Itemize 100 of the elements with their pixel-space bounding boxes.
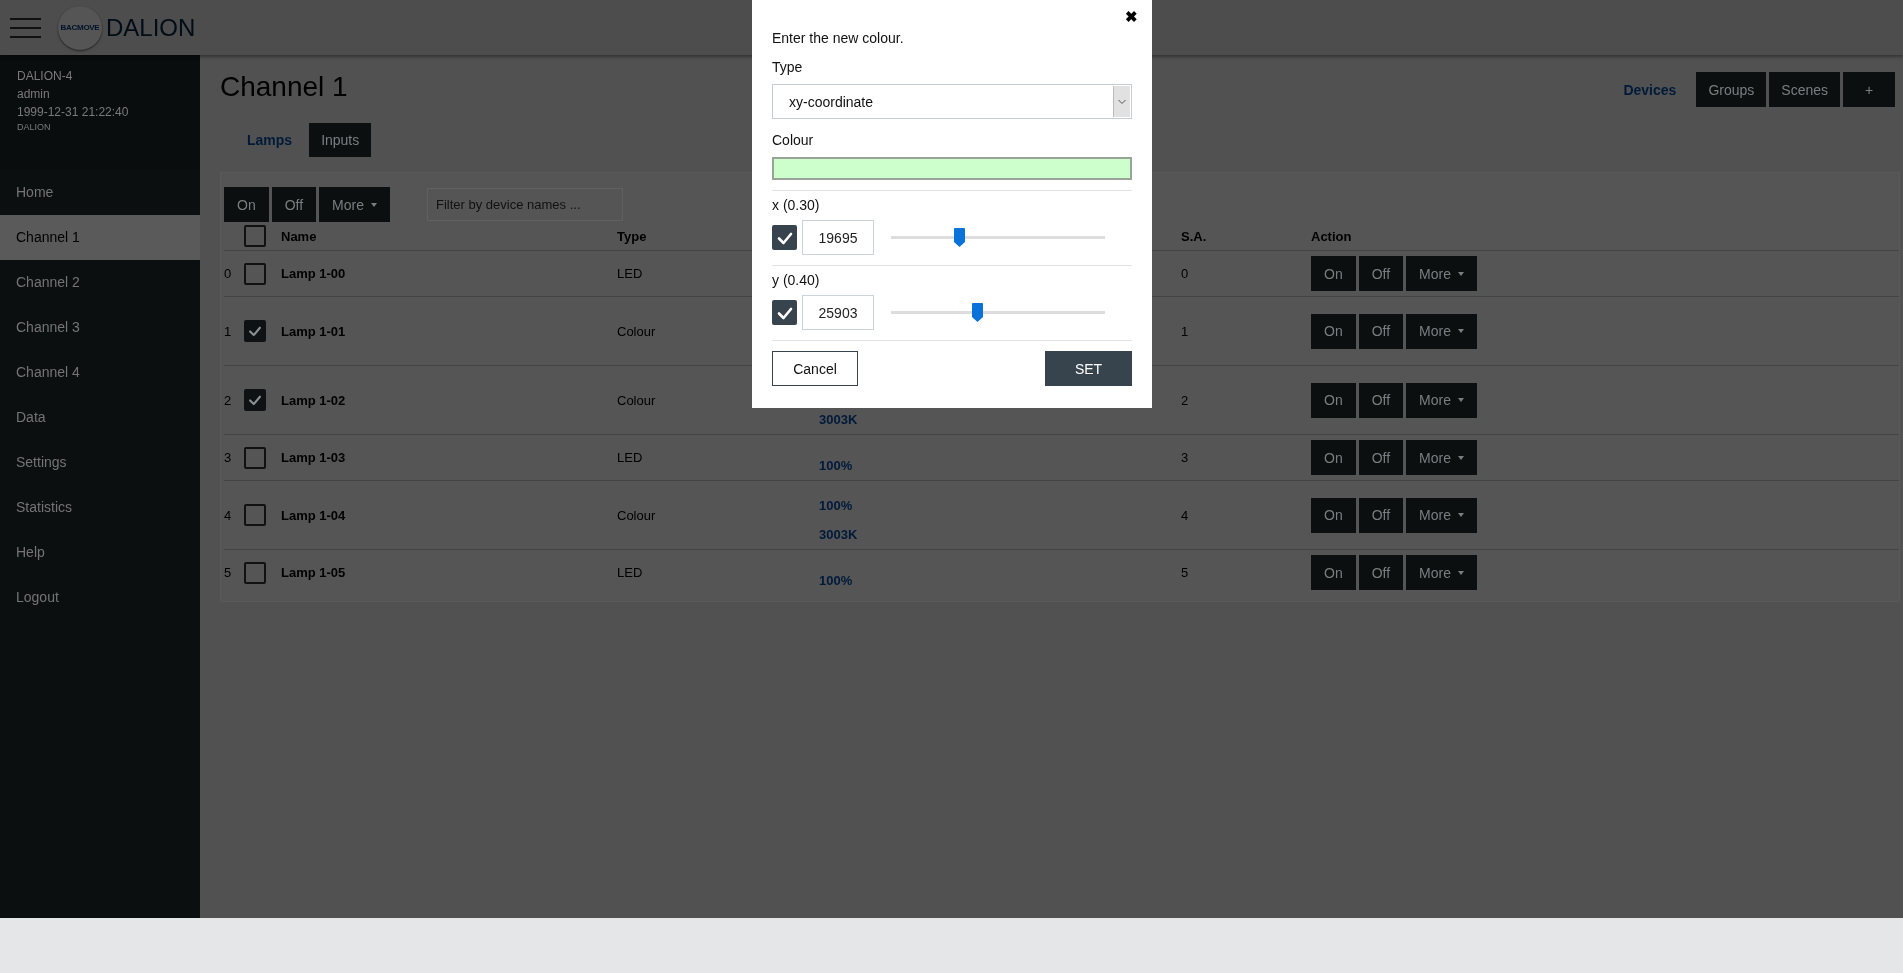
table-cell: 0 — [1181, 266, 1189, 281]
page-title: Channel 1 — [220, 71, 348, 103]
sidebar-item[interactable]: Channel 3 — [0, 305, 200, 350]
value-field[interactable]: 25903 — [802, 295, 874, 330]
user-name: admin — [17, 86, 51, 103]
view-tab[interactable]: Scenes — [1769, 72, 1840, 107]
action-button[interactable]: Off — [1358, 382, 1404, 418]
row-index: 5 — [224, 565, 232, 580]
table-cell: 5 — [1181, 565, 1189, 580]
field-label: Colour — [772, 132, 815, 148]
more-button[interactable]: More — [1406, 440, 1477, 475]
device-name: DALION-4 — [17, 68, 74, 85]
more-button[interactable]: More — [1406, 313, 1477, 349]
table-cell: Lamp 1-01 — [281, 323, 346, 339]
column-header: Type — [617, 228, 647, 244]
value-reading: 3003K — [819, 412, 858, 427]
action-button[interactable]: Off — [1358, 555, 1404, 590]
tab[interactable]: Inputs — [309, 123, 372, 157]
caret-icon — [1458, 455, 1464, 460]
action-button[interactable]: Off — [1358, 497, 1404, 533]
table-cell: Lamp 1-03 — [281, 450, 346, 465]
brand-name: DALION — [106, 13, 196, 42]
row-index: 1 — [224, 323, 232, 339]
row-index: 0 — [224, 266, 232, 281]
close-button[interactable]: ✖ — [1125, 8, 1138, 26]
table-cell: 2 — [1181, 392, 1189, 408]
row-checkbox[interactable] — [244, 504, 266, 526]
action-button[interactable]: Off — [1358, 256, 1404, 291]
more-button[interactable]: More — [1406, 555, 1477, 590]
column-header: Name — [281, 228, 317, 244]
sidebar-item[interactable]: Help — [0, 530, 200, 575]
table-cell: LED — [617, 266, 643, 281]
filter-field[interactable]: Filter by device names ... — [427, 188, 623, 221]
sidebar-item[interactable]: Logout — [0, 575, 200, 620]
logo: BACMOVE — [58, 5, 102, 50]
action-button[interactable]: On — [1311, 555, 1356, 590]
type-select[interactable]: xy-coordinate — [772, 84, 1132, 119]
set-button[interactable]: SET — [1045, 351, 1132, 386]
sidebar-item[interactable]: Channel 4 — [0, 350, 200, 395]
system-name: DALION — [17, 121, 52, 133]
more-button[interactable]: More — [1406, 382, 1477, 418]
channel-checkbox[interactable] — [772, 225, 797, 250]
more-button[interactable]: More — [1406, 256, 1477, 291]
sidebar-item[interactable]: Home — [0, 170, 200, 215]
sidebar-item[interactable]: Channel 1 — [0, 215, 200, 260]
field-label: Type — [772, 59, 804, 75]
more-button[interactable]: More — [319, 187, 390, 222]
sidebar-item[interactable]: Channel 2 — [0, 260, 200, 305]
table-cell: Lamp 1-00 — [281, 266, 346, 281]
action-button[interactable]: On — [1311, 440, 1356, 475]
select-all-checkbox[interactable] — [244, 225, 266, 247]
slider-thumb[interactable] — [971, 303, 983, 322]
action-button[interactable]: On — [1311, 313, 1356, 349]
table-cell: LED — [617, 565, 643, 580]
action-button[interactable]: On — [1311, 382, 1356, 418]
channel-checkbox[interactable] — [772, 300, 797, 325]
table-cell: Colour — [617, 392, 656, 408]
table-cell: Colour — [617, 507, 656, 523]
row-index: 3 — [224, 450, 232, 465]
table-cell: Lamp 1-04 — [281, 507, 346, 523]
slider-thumb[interactable] — [954, 228, 966, 247]
table-cell: LED — [617, 450, 643, 465]
view-tab[interactable]: Groups — [1696, 72, 1767, 107]
caret-icon — [371, 202, 377, 207]
more-button[interactable]: More — [1406, 497, 1477, 533]
column-header: Action — [1311, 228, 1352, 244]
row-checkbox[interactable] — [244, 389, 266, 411]
sidebar-item[interactable]: Statistics — [0, 485, 200, 530]
table-cell: 1 — [1181, 323, 1189, 339]
value-reading: 100% — [819, 498, 854, 513]
caret-icon — [1458, 398, 1464, 402]
view-tab[interactable]: + — [1843, 72, 1895, 107]
action-button[interactable]: Off — [1358, 440, 1404, 475]
action-button[interactable]: Off — [1358, 313, 1404, 349]
row-checkbox[interactable] — [244, 561, 266, 584]
value-reading: 100% — [819, 458, 853, 473]
cancel-button[interactable]: Cancel — [772, 351, 858, 386]
action-button[interactable]: Off — [271, 187, 317, 222]
caret-icon — [1458, 570, 1464, 575]
row-checkbox[interactable] — [244, 320, 266, 342]
row-checkbox[interactable] — [244, 262, 266, 285]
caret-icon — [1458, 271, 1464, 276]
action-button[interactable]: On — [1311, 256, 1356, 291]
sidebar-item[interactable]: Data — [0, 395, 200, 440]
table-cell: Colour — [617, 323, 656, 339]
value-reading: 3003K — [819, 527, 858, 542]
sidebar-item[interactable]: Settings — [0, 440, 200, 485]
row-index: 2 — [224, 392, 232, 408]
table-cell: Lamp 1-05 — [281, 565, 346, 580]
date-time: 1999-12-31 21:22:40 — [17, 104, 130, 121]
value-field[interactable]: 19695 — [802, 220, 874, 255]
column-header: S.A. — [1181, 228, 1207, 244]
field-label: y (0.40) — [772, 272, 821, 288]
dialog-prompt: Enter the new colour. — [772, 30, 905, 46]
action-button[interactable]: On — [224, 187, 269, 222]
row-index: 4 — [224, 507, 232, 523]
table-cell: Lamp 1-02 — [281, 392, 346, 408]
table-cell: 3 — [1181, 450, 1189, 465]
action-button[interactable]: On — [1311, 497, 1356, 533]
row-checkbox[interactable] — [244, 446, 266, 469]
